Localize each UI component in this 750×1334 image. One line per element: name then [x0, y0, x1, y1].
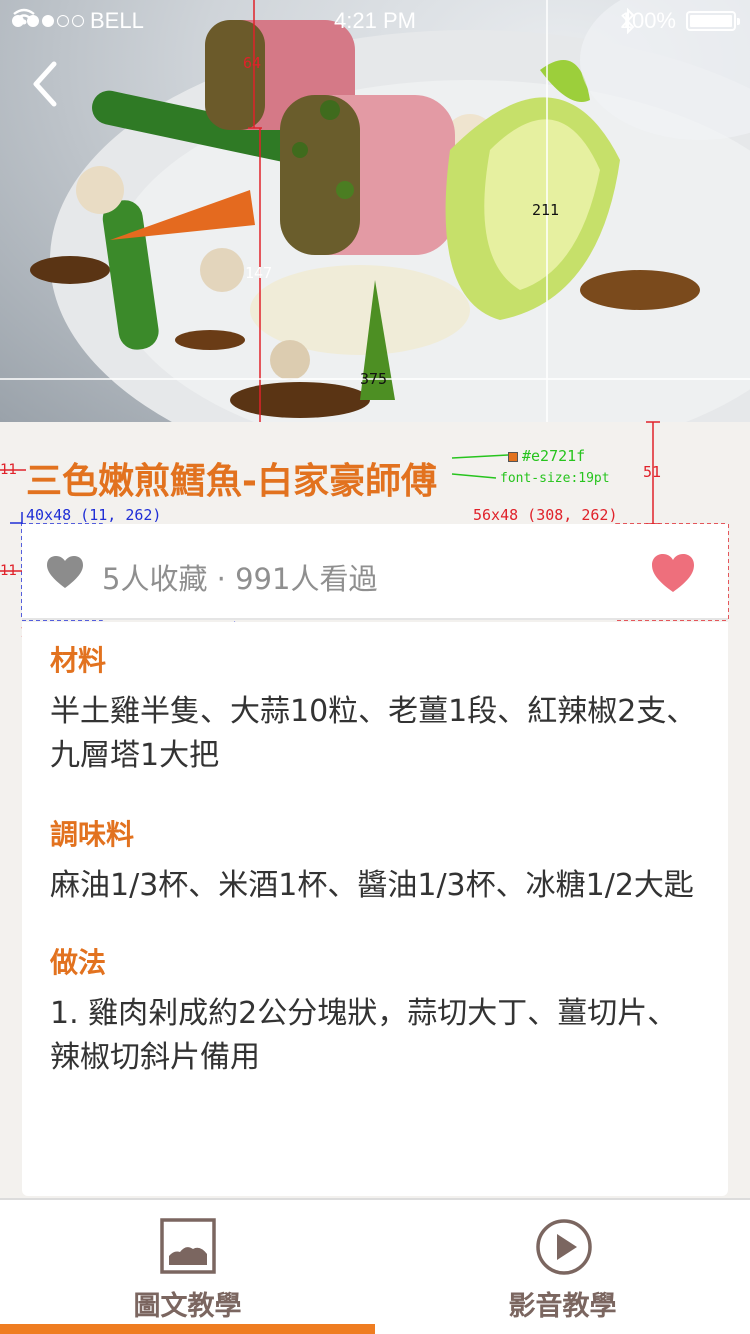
heart-filled-icon [652, 554, 694, 592]
section-text: 半土雞半隻、大蒜10粒、老薑1段、紅辣椒2支、九層塔1大把 [50, 694, 697, 773]
heart-icon [47, 556, 83, 588]
tab-video-tutorial[interactable]: 影音教學 [375, 1200, 750, 1334]
status-bar: BELL 4:21 PM 100% [0, 0, 750, 40]
seasoning-section: 調味料 麻油1/3杯、米酒1杯、醬油1/3杯、冰糖1/2大匙 [50, 820, 704, 908]
recipe-info-bar: 5人收藏 · 991人看過 [22, 524, 728, 620]
anno-title-color: #e2721f [508, 447, 585, 465]
anno-left-margin-2: 11 [0, 563, 17, 579]
anno-half-height: 211 [532, 201, 560, 219]
anno-top-gap: 64 [243, 54, 262, 72]
section-text: 1. 雞肉剁成約2公分塊狀，蒜切大丁、薑切片、辣椒切斜片備用 [50, 996, 678, 1075]
dish-illustration [30, 0, 750, 422]
play-icon [536, 1219, 592, 1275]
recipe-title: 三色嫩煎鱈魚-白家豪師傅 [26, 461, 437, 502]
anno-fav-size: 56x48 (308, 262) [473, 506, 618, 524]
status-right: 100% [620, 8, 740, 34]
bluetooth-icon [620, 8, 635, 34]
active-tab-indicator [0, 1324, 375, 1334]
favorite-button[interactable] [616, 524, 728, 620]
section-heading: 做法 [50, 946, 107, 979]
anno-title-gap: 51 [643, 463, 662, 481]
ingredients-section: 材料 半土雞半隻、大蒜10粒、老薑1段、紅辣椒2支、九層塔1大把 [50, 646, 704, 778]
anno-title-font-size: font-size:19pt [500, 471, 610, 486]
back-button[interactable] [24, 56, 68, 112]
image-icon [160, 1218, 216, 1274]
tab-bar: 圖文教學 影音教學 [0, 1198, 750, 1334]
tab-image-tutorial[interactable]: 圖文教學 [0, 1200, 375, 1334]
chevron-left-icon [33, 61, 57, 107]
anno-heart-size: 40x48 (11, 262) [26, 506, 162, 524]
recipe-stats: 5人收藏 · 991人看過 [102, 562, 378, 596]
method-section: 做法 1. 雞肉剁成約2公分塊狀，蒜切大丁、薑切片、辣椒切斜片備用 [50, 948, 704, 1080]
anno-image-height: 147 [245, 264, 273, 282]
section-heading: 材料 [50, 644, 107, 677]
anno-left-margin: 11 [0, 462, 17, 478]
swatch-icon [508, 451, 518, 462]
section-text: 麻油1/3杯、米酒1杯、醬油1/3杯、冰糖1/2大匙 [50, 868, 694, 903]
battery-icon [686, 11, 740, 31]
section-heading: 調味料 [50, 818, 135, 851]
tab-label: 影音教學 [508, 1291, 617, 1322]
hero-image: BELL 4:21 PM 100% [0, 0, 750, 422]
recipe-content: 材料 半土雞半隻、大蒜10粒、老薑1段、紅辣椒2支、九層塔1大把 調味料 麻油1… [22, 622, 728, 1196]
anno-title-color-text: #e2721f [522, 447, 586, 465]
anno-half-width: 375 [360, 370, 388, 388]
tab-label: 圖文教學 [133, 1291, 242, 1322]
